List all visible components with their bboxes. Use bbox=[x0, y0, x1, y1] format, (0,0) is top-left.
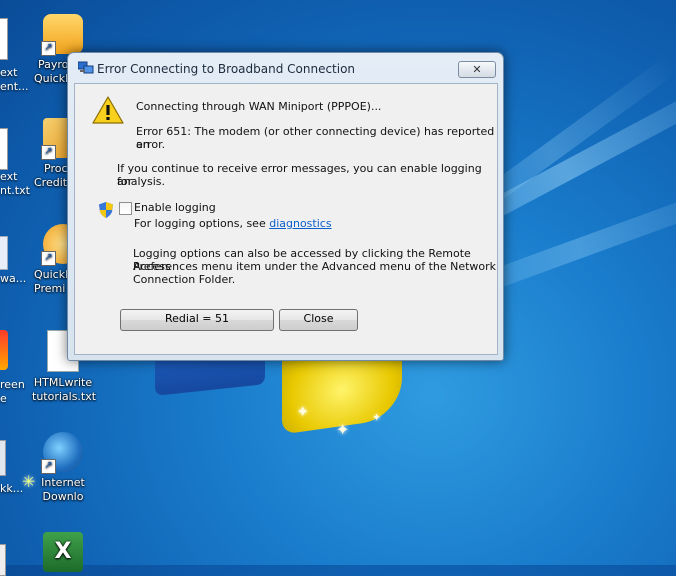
desktop-icon-partial[interactable] bbox=[0, 236, 8, 270]
desktop-icon-label: HTMLwrite bbox=[33, 376, 93, 389]
error-message-line2: error. bbox=[136, 138, 166, 151]
shortcut-arrow-icon: ↗ bbox=[41, 459, 56, 474]
desktop-icon-label: ext bbox=[0, 170, 18, 183]
uac-shield-icon bbox=[99, 202, 113, 218]
shortcut-arrow-icon: ↗ bbox=[41, 145, 56, 160]
close-window-button[interactable]: ✕ bbox=[458, 61, 496, 78]
logging-hint-line1: If you continue to receive error message… bbox=[117, 162, 482, 188]
close-button[interactable]: Close bbox=[279, 309, 358, 331]
desktop-icon-partial[interactable] bbox=[0, 330, 8, 370]
people-icon: ↗ bbox=[41, 14, 83, 56]
diagnostics-link[interactable]: diagnostics bbox=[269, 217, 331, 230]
desktop-icon-partial[interactable] bbox=[0, 128, 8, 170]
logging-options-prefix: For logging options, see bbox=[134, 217, 270, 230]
desktop-icon-label: ent... bbox=[0, 80, 29, 93]
sparkle-icon: ✦ bbox=[336, 420, 350, 439]
excel-icon: X bbox=[43, 532, 83, 572]
desktop-icon-label: reen bbox=[0, 378, 25, 391]
desktop-icon-partial[interactable] bbox=[0, 18, 8, 60]
desktop-icon-label: nt.txt bbox=[0, 184, 30, 197]
sparkle-icon: ✦ bbox=[372, 411, 382, 424]
sparkle-icon: ✦ bbox=[296, 402, 310, 421]
desktop-icon-label: Downlo bbox=[42, 490, 84, 503]
shortcut-arrow-icon: ↗ bbox=[41, 251, 56, 266]
desktop-icon-partial[interactable] bbox=[0, 544, 6, 576]
desktop-icon-label: Internet bbox=[41, 476, 85, 489]
warning-icon bbox=[92, 96, 124, 124]
desktop-icon-internet-download-manager[interactable]: ↗ Internet Downlo bbox=[32, 432, 94, 504]
desktop-icon-label: e bbox=[0, 392, 7, 405]
globe-download-icon: ↗ bbox=[41, 432, 83, 474]
dialog-title: Error Connecting to Broadband Connection bbox=[97, 62, 356, 76]
dialog-client-area: Connecting through WAN Miniport (PPPOE).… bbox=[74, 83, 498, 355]
access-info-line3: Connection Folder. bbox=[133, 273, 236, 286]
network-connection-icon bbox=[78, 61, 94, 74]
desktop-icon-partial[interactable] bbox=[0, 440, 6, 476]
access-info-line2: Preferences menu item under the Advanced… bbox=[133, 260, 497, 273]
desktop-icon-label: ext bbox=[0, 66, 18, 79]
redial-button[interactable]: Redial = 51 bbox=[120, 309, 274, 331]
logging-options-line: For logging options, see diagnostics bbox=[134, 217, 332, 230]
connecting-message: Connecting through WAN Miniport (PPPOE).… bbox=[136, 100, 382, 113]
enable-logging-checkbox[interactable] bbox=[119, 202, 132, 215]
enable-logging-label: Enable logging bbox=[134, 201, 216, 214]
close-icon: ✕ bbox=[472, 63, 482, 76]
desktop-icon-label: kk... bbox=[0, 482, 24, 495]
logging-hint-line2: analysis. bbox=[117, 175, 166, 188]
desktop-icon-excel[interactable]: X bbox=[32, 532, 94, 576]
desktop-icon-label: wa... bbox=[0, 272, 27, 285]
error-message-line1: Error 651: The modem (or other connectin… bbox=[136, 125, 495, 151]
dialog-titlebar[interactable]: Error Connecting to Broadband Connection… bbox=[68, 53, 503, 83]
shortcut-arrow-icon: ↗ bbox=[41, 41, 56, 56]
error-dialog: Error Connecting to Broadband Connection… bbox=[67, 52, 504, 361]
desktop-icon-label: tutorials.txt bbox=[32, 390, 97, 403]
